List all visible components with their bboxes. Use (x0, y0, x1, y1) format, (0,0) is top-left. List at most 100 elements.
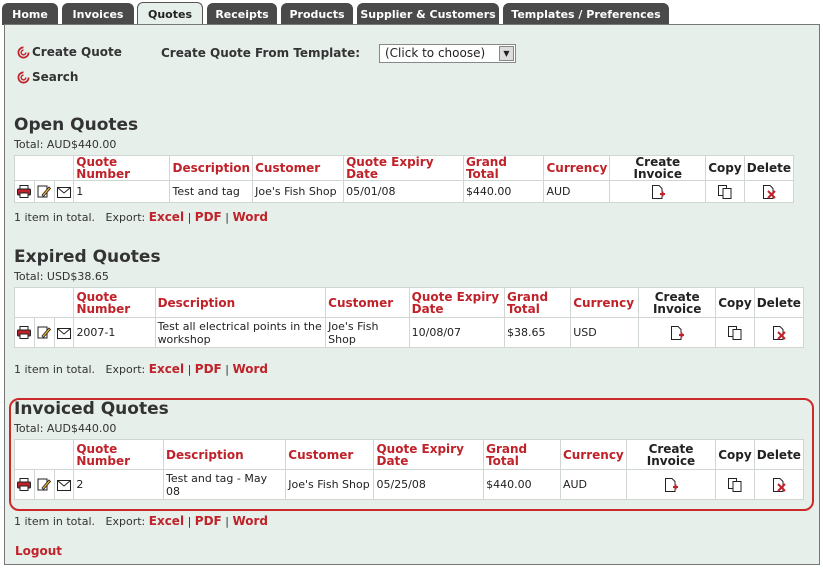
expired-quotes-table: Quote Number Description Customer Quote … (13, 287, 805, 348)
icon-col-header (13, 439, 75, 470)
printer-icon[interactable] (17, 326, 32, 340)
swirl-icon (17, 46, 30, 58)
description-cell: Test all electrical points in the worksh… (154, 317, 327, 348)
col-grand-total[interactable]: Grand Total (483, 439, 561, 470)
email-cell[interactable] (53, 180, 75, 203)
grand-total-cell: $440.00 (483, 469, 561, 500)
tab-invoices[interactable]: Invoices (62, 3, 134, 25)
currency-cell: AUD (543, 180, 611, 203)
customer-cell: Joe's Fish Shop (325, 317, 410, 348)
export-label: Export: (105, 211, 146, 224)
mail-icon[interactable] (57, 327, 72, 339)
item-count: 1 item in total. (14, 515, 96, 528)
mail-icon[interactable] (56, 186, 71, 198)
edit-icon[interactable] (37, 185, 52, 198)
col-description[interactable]: Description (169, 155, 254, 181)
create-invoice-icon[interactable] (664, 477, 678, 492)
col-quote-number[interactable]: Quote Number (73, 287, 156, 318)
tab-home[interactable]: Home (2, 3, 58, 25)
search-link[interactable]: Search (17, 70, 78, 84)
export-word-link[interactable]: Word (232, 210, 268, 224)
export-pdf-link[interactable]: PDF (195, 514, 222, 528)
delete-cell[interactable] (743, 180, 795, 203)
invoiced-quotes-title: Invoiced Quotes (14, 399, 169, 419)
tab-products[interactable]: Products (281, 3, 353, 25)
print-cell[interactable] (14, 317, 35, 348)
edit-cell[interactable] (33, 317, 55, 348)
invoiced-quotes-footer: 1 item in total. Export: Excel | PDF | W… (14, 514, 268, 528)
mail-icon[interactable] (56, 479, 71, 491)
create-invoice-icon[interactable] (651, 184, 665, 199)
export-word-link[interactable]: Word (232, 514, 268, 528)
edit-cell[interactable] (33, 469, 55, 500)
delete-icon[interactable] (772, 325, 786, 340)
export-pdf-link[interactable]: PDF (195, 210, 222, 224)
col-copy: Copy (715, 287, 755, 318)
copy-icon[interactable] (727, 477, 742, 492)
col-description[interactable]: Description (162, 439, 287, 470)
printer-icon[interactable] (17, 478, 32, 492)
export-word-link[interactable]: Word (232, 362, 268, 376)
col-currency[interactable]: Currency (559, 439, 627, 470)
tab-receipts[interactable]: Receipts (207, 3, 277, 25)
create-invoice-cell[interactable] (625, 469, 717, 500)
separator: | (187, 515, 192, 528)
description-cell: Test and tag - May 08 (162, 469, 287, 500)
template-select-value: (Click to choose) (385, 46, 486, 60)
col-customer[interactable]: Customer (325, 287, 410, 318)
col-grand-total[interactable]: Grand Total (462, 155, 545, 181)
col-quote-number[interactable]: Quote Number (73, 155, 171, 181)
delete-cell[interactable] (753, 317, 805, 348)
chevron-down-icon[interactable]: ▼ (499, 46, 514, 61)
copy-cell[interactable] (715, 317, 755, 348)
col-customer[interactable]: Customer (285, 439, 375, 470)
col-customer[interactable]: Customer (252, 155, 345, 181)
email-cell[interactable] (53, 469, 75, 500)
edit-icon[interactable] (37, 478, 52, 491)
col-copy: Copy (715, 439, 755, 470)
tab-quotes[interactable]: Quotes (137, 2, 203, 26)
separator: | (225, 211, 229, 224)
col-quote-expiry[interactable]: Quote Expiry Date (373, 439, 485, 470)
create-invoice-cell[interactable] (638, 317, 717, 348)
expiry-cell: 05/25/08 (373, 469, 485, 500)
export-excel-link[interactable]: Excel (149, 362, 184, 376)
separator: | (187, 363, 192, 376)
copy-icon[interactable] (727, 325, 742, 340)
create-quote-link[interactable]: Create Quote (17, 45, 122, 59)
template-select[interactable]: (Click to choose) ▼ (379, 44, 516, 63)
delete-icon[interactable] (772, 477, 786, 492)
col-currency[interactable]: Currency (543, 155, 611, 181)
separator: | (187, 211, 192, 224)
export-pdf-link[interactable]: PDF (195, 362, 222, 376)
col-quote-expiry[interactable]: Quote Expiry Date (408, 287, 506, 318)
col-currency[interactable]: Currency (570, 287, 640, 318)
create-invoice-cell[interactable] (609, 180, 707, 203)
col-create-invoice: Create Invoice (625, 439, 717, 470)
col-description[interactable]: Description (154, 287, 327, 318)
invoiced-quotes-table: Quote Number Description Customer Quote … (13, 439, 805, 500)
table-row: 2007-1 Test all electrical points in the… (14, 317, 805, 348)
col-grand-total[interactable]: Grand Total (504, 287, 572, 318)
logout-link[interactable]: Logout (15, 544, 62, 558)
create-invoice-icon[interactable] (670, 325, 685, 340)
export-excel-link[interactable]: Excel (149, 210, 184, 224)
print-cell[interactable] (14, 180, 35, 203)
col-quote-expiry[interactable]: Quote Expiry Date (343, 155, 464, 181)
email-cell[interactable] (53, 317, 75, 348)
col-create-invoice: Create Invoice (609, 155, 707, 181)
print-cell[interactable] (14, 469, 35, 500)
tab-supplier-customers[interactable]: Supplier & Customers (357, 3, 499, 25)
export-excel-link[interactable]: Excel (149, 514, 184, 528)
edit-icon[interactable] (37, 326, 52, 339)
delete-cell[interactable] (753, 469, 805, 500)
tab-templates-preferences[interactable]: Templates / Preferences (503, 3, 669, 25)
delete-icon[interactable] (762, 184, 776, 199)
printer-icon[interactable] (17, 185, 32, 199)
copy-icon[interactable] (717, 184, 732, 199)
copy-cell[interactable] (715, 469, 755, 500)
icon-col-header (13, 287, 75, 318)
edit-cell[interactable] (33, 180, 55, 203)
col-quote-number[interactable]: Quote Number (73, 439, 164, 470)
copy-cell[interactable] (705, 180, 745, 203)
